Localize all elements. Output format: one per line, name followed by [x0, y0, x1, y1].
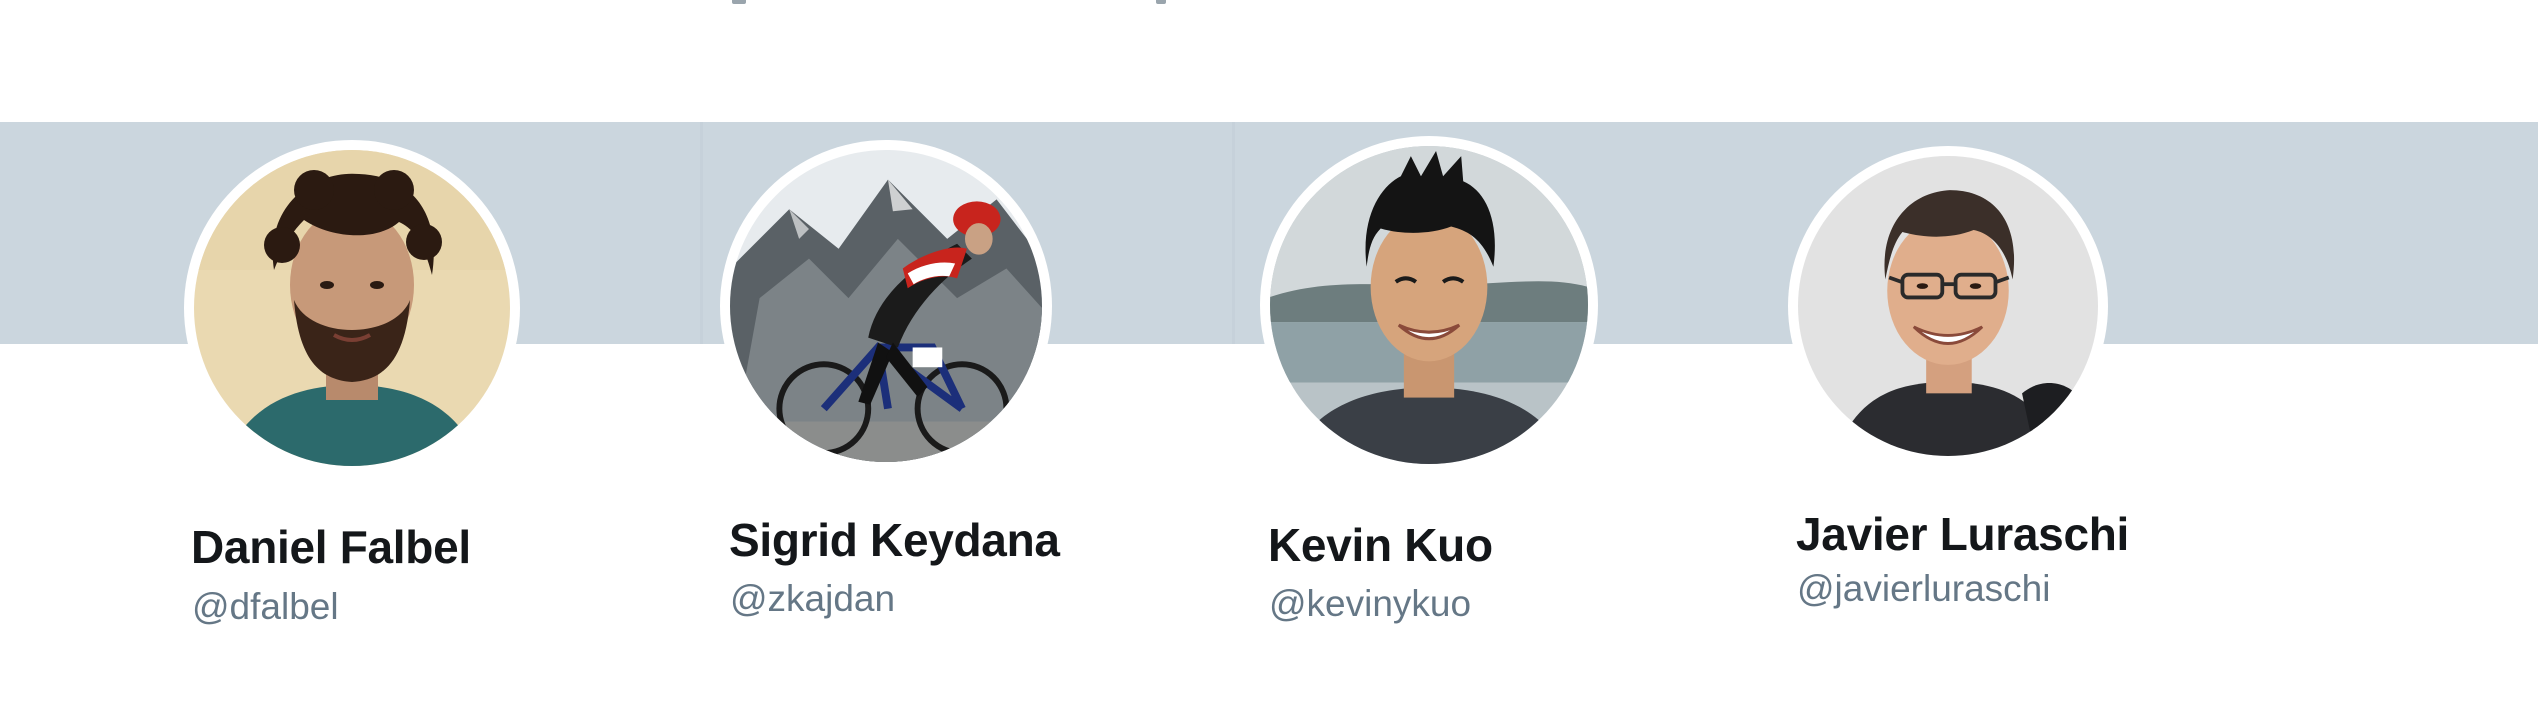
profile-avatar[interactable]: [720, 140, 1052, 472]
banner-seam: [1232, 122, 1235, 344]
person-glasses-avatar-icon: [1798, 156, 2098, 456]
profile-name[interactable]: Javier Luraschi: [1796, 507, 2129, 561]
profile-avatar[interactable]: [1788, 146, 2108, 466]
cyclist-mountain-avatar-icon: [730, 150, 1042, 462]
profile-name[interactable]: Kevin Kuo: [1268, 518, 1493, 572]
profile-name[interactable]: Daniel Falbel: [191, 520, 471, 574]
cropped-text-fragment: [732, 0, 746, 4]
profile-handle[interactable]: @zkajdan: [730, 578, 895, 620]
profile-handle[interactable]: @javierluraschi: [1797, 568, 2050, 610]
profile-name[interactable]: Sigrid Keydana: [729, 513, 1060, 567]
profile-avatar[interactable]: [1260, 136, 1598, 474]
profile-handle[interactable]: @kevinykuo: [1269, 583, 1471, 625]
profile-avatar[interactable]: [184, 140, 520, 476]
cropped-text-fragment: [1156, 0, 1166, 4]
person-spiky-hair-avatar-icon: [1270, 146, 1588, 464]
banner-seam: [700, 122, 703, 344]
person-curly-hair-beard-avatar-icon: [194, 150, 510, 466]
profile-handle[interactable]: @dfalbel: [192, 586, 339, 628]
